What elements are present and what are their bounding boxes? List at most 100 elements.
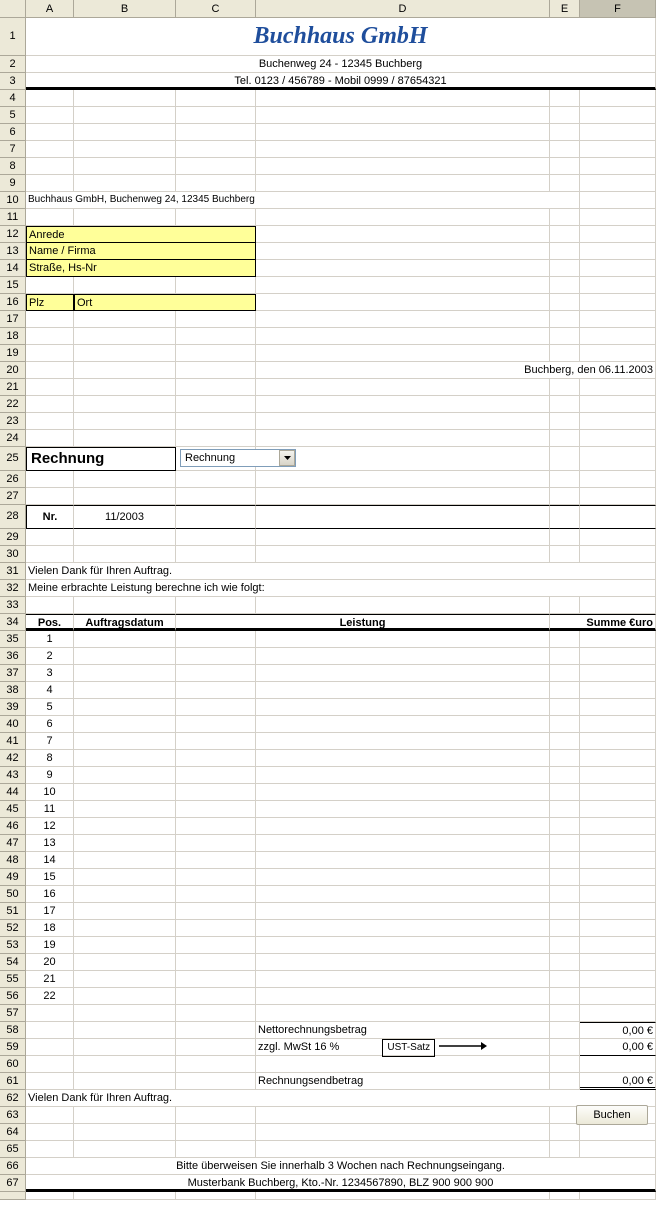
cell[interactable] <box>550 260 580 277</box>
summe-cell[interactable] <box>580 903 656 920</box>
leistung-cell[interactable] <box>256 920 550 937</box>
row-header[interactable]: 21 <box>0 379 26 396</box>
pos-cell[interactable]: 8 <box>26 750 74 767</box>
cell[interactable] <box>26 1124 74 1141</box>
cell[interactable] <box>26 1107 74 1124</box>
cell[interactable] <box>176 886 256 903</box>
datum-cell[interactable] <box>74 937 176 954</box>
cell[interactable] <box>74 124 176 141</box>
recipient-plz[interactable]: Plz <box>26 294 74 311</box>
cell[interactable] <box>26 546 74 563</box>
row-header[interactable]: 37 <box>0 665 26 682</box>
cell[interactable] <box>74 1124 176 1141</box>
cell[interactable] <box>176 597 256 614</box>
cell[interactable] <box>256 505 550 529</box>
cell[interactable] <box>74 175 176 192</box>
cell[interactable] <box>26 209 74 226</box>
cell[interactable] <box>176 488 256 505</box>
cell[interactable] <box>26 471 74 488</box>
cell[interactable] <box>74 141 176 158</box>
row-header[interactable]: 22 <box>0 396 26 413</box>
cell[interactable] <box>550 396 580 413</box>
pos-cell[interactable]: 20 <box>26 954 74 971</box>
cell[interactable]: Buchen <box>580 1107 656 1124</box>
cell[interactable] <box>176 546 256 563</box>
cell[interactable] <box>26 488 74 505</box>
leistung-cell[interactable] <box>256 665 550 682</box>
summe-cell[interactable] <box>580 665 656 682</box>
cell[interactable] <box>256 1124 550 1141</box>
cell[interactable] <box>74 396 176 413</box>
cell[interactable] <box>256 1005 550 1022</box>
cell[interactable] <box>550 988 580 1005</box>
cell[interactable] <box>74 546 176 563</box>
row-header[interactable]: 24 <box>0 430 26 447</box>
row-header[interactable]: 64 <box>0 1124 26 1141</box>
cell[interactable] <box>176 852 256 869</box>
leistung-cell[interactable] <box>256 954 550 971</box>
recipient-name[interactable]: Name / Firma <box>26 243 256 260</box>
cell[interactable] <box>74 529 176 546</box>
pos-cell[interactable]: 3 <box>26 665 74 682</box>
summe-cell[interactable] <box>580 869 656 886</box>
summe-cell[interactable] <box>580 852 656 869</box>
row-header[interactable]: 28 <box>0 505 26 529</box>
summe-cell[interactable] <box>580 937 656 954</box>
cell[interactable] <box>176 396 256 413</box>
cell[interactable] <box>256 447 550 471</box>
cell[interactable] <box>74 1056 176 1073</box>
buchen-button[interactable]: Buchen <box>576 1105 648 1125</box>
cell[interactable] <box>176 529 256 546</box>
leistung-cell[interactable] <box>256 648 550 665</box>
cell[interactable] <box>256 158 550 175</box>
row-header[interactable]: 20 <box>0 362 26 379</box>
row-header[interactable]: 43 <box>0 767 26 784</box>
pos-cell[interactable]: 9 <box>26 767 74 784</box>
row-header[interactable]: 18 <box>0 328 26 345</box>
cell[interactable] <box>176 107 256 124</box>
cell[interactable] <box>550 937 580 954</box>
cell[interactable] <box>580 311 656 328</box>
cell[interactable] <box>580 141 656 158</box>
cell[interactable] <box>580 345 656 362</box>
cell[interactable] <box>176 818 256 835</box>
cell[interactable] <box>26 1039 74 1056</box>
pos-cell[interactable]: 16 <box>26 886 74 903</box>
datum-cell[interactable] <box>74 920 176 937</box>
recipient-street[interactable]: Straße, Hs-Nr <box>26 260 256 277</box>
cell[interactable] <box>176 631 256 648</box>
cell[interactable] <box>26 328 74 345</box>
datum-cell[interactable] <box>74 801 176 818</box>
cell[interactable] <box>74 107 176 124</box>
cell[interactable] <box>74 488 176 505</box>
leistung-cell[interactable] <box>256 971 550 988</box>
cell[interactable] <box>580 175 656 192</box>
row-header[interactable]: 10 <box>0 192 26 209</box>
cell[interactable] <box>74 1107 176 1124</box>
cell[interactable] <box>256 529 550 546</box>
cell[interactable] <box>550 311 580 328</box>
cell[interactable] <box>256 1107 550 1124</box>
cell[interactable] <box>550 1056 580 1073</box>
cell[interactable] <box>176 648 256 665</box>
row-header[interactable]: 2 <box>0 56 26 73</box>
cell[interactable] <box>176 954 256 971</box>
cell[interactable] <box>256 345 550 362</box>
leistung-cell[interactable] <box>256 784 550 801</box>
row-header[interactable]: 59 <box>0 1039 26 1056</box>
cell[interactable] <box>256 294 550 311</box>
summe-cell[interactable] <box>580 886 656 903</box>
cell[interactable] <box>26 1141 74 1158</box>
cell[interactable] <box>580 328 656 345</box>
cell[interactable] <box>580 107 656 124</box>
pos-cell[interactable]: 4 <box>26 682 74 699</box>
leistung-cell[interactable] <box>256 682 550 699</box>
cell[interactable] <box>176 430 256 447</box>
cell[interactable] <box>256 1141 550 1158</box>
row-header[interactable]: 26 <box>0 471 26 488</box>
summe-cell[interactable] <box>580 631 656 648</box>
datum-cell[interactable] <box>74 852 176 869</box>
row-header[interactable]: 31 <box>0 563 26 580</box>
datum-cell[interactable] <box>74 988 176 1005</box>
cell[interactable]: Rechnung <box>176 447 256 471</box>
